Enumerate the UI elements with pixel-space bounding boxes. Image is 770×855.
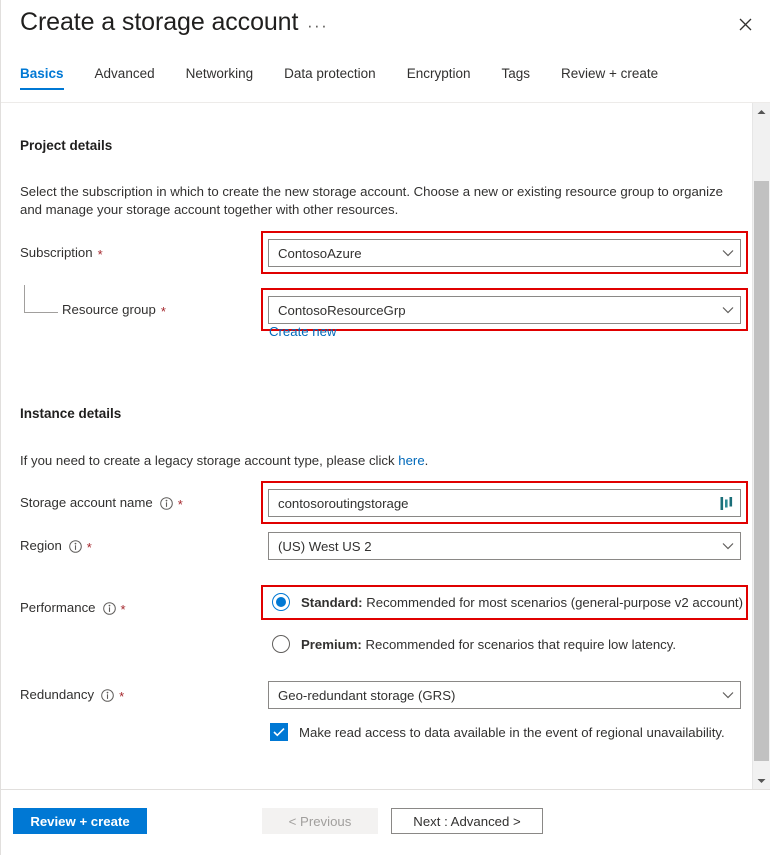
project-details-heading: Project details — [20, 138, 112, 153]
storage-account-name-label-text: Storage account name — [20, 495, 153, 510]
next-advanced-button[interactable]: Next : Advanced > — [391, 808, 543, 834]
chevron-down-icon — [716, 691, 734, 699]
region-dropdown[interactable]: (US) West US 2 — [268, 532, 741, 560]
redundancy-label-text: Redundancy — [20, 687, 94, 702]
storage-account-name-required-marker: * — [178, 498, 183, 511]
performance-premium-bold: Premium: — [301, 637, 362, 652]
resource-group-dropdown[interactable]: ContosoResourceGrp — [268, 296, 741, 324]
instance-details-heading: Instance details — [20, 406, 121, 421]
review-create-button[interactable]: Review + create — [13, 808, 147, 834]
name-availability-icon — [714, 496, 734, 511]
storage-account-name-label: Storage account name * — [20, 495, 183, 510]
resource-group-value: ContosoResourceGrp — [278, 303, 716, 318]
tab-networking[interactable]: Networking — [186, 62, 254, 92]
performance-option-premium[interactable]: Premium: Recommended for scenarios that … — [272, 635, 676, 653]
resource-group-label: Resource group * — [62, 302, 166, 317]
wizard-tabs: Basics Advanced Networking Data protecti… — [1, 62, 770, 102]
region-label-text: Region — [20, 538, 62, 553]
resource-group-label-text: Resource group — [62, 302, 156, 317]
create-storage-account-blade: Create a storage account ··· Basics Adva… — [0, 0, 770, 855]
tab-basics[interactable]: Basics — [20, 62, 64, 92]
info-icon[interactable] — [101, 689, 114, 702]
form-scroll-region: Project details Select the subscription … — [1, 102, 770, 789]
close-icon[interactable] — [730, 10, 760, 38]
scroll-down-arrow-icon[interactable] — [753, 772, 770, 789]
legacy-note-after: . — [425, 453, 429, 468]
more-options-icon[interactable]: ··· — [304, 17, 331, 35]
checkbox-read-access[interactable] — [270, 723, 288, 741]
performance-standard-bold: Standard: — [301, 595, 363, 610]
region-value: (US) West US 2 — [278, 539, 716, 554]
redundancy-value: Geo-redundant storage (GRS) — [278, 688, 716, 703]
legacy-storage-note: If you need to create a legacy storage a… — [20, 452, 428, 470]
scrollbar-thumb[interactable] — [754, 181, 769, 761]
resource-group-tree-connector — [24, 285, 58, 313]
legacy-note-before: If you need to create a legacy storage a… — [20, 453, 398, 468]
read-access-checkbox-row[interactable]: Make read access to data available in th… — [270, 723, 725, 741]
radio-standard[interactable] — [272, 593, 290, 611]
blade-header: Create a storage account ··· — [1, 0, 770, 62]
tab-encryption[interactable]: Encryption — [407, 62, 471, 92]
form-content: Project details Select the subscription … — [1, 103, 753, 789]
resource-group-required-marker: * — [161, 305, 166, 318]
performance-required-marker: * — [121, 603, 126, 616]
info-icon[interactable] — [103, 602, 116, 615]
wizard-footer: Review + create < Previous Next : Advanc… — [1, 789, 770, 855]
previous-button[interactable]: < Previous — [262, 808, 378, 834]
storage-account-name-value: contosoroutingstorage — [278, 496, 714, 511]
region-label: Region * — [20, 538, 92, 553]
scroll-up-arrow-icon[interactable] — [753, 103, 770, 120]
tab-review-create[interactable]: Review + create — [561, 62, 658, 92]
subscription-dropdown[interactable]: ContosoAzure — [268, 239, 741, 267]
storage-account-name-input[interactable]: contosoroutingstorage — [268, 489, 741, 517]
page-title: Create a storage account — [20, 8, 298, 37]
region-required-marker: * — [87, 541, 92, 554]
redundancy-label: Redundancy * — [20, 687, 124, 702]
info-icon[interactable] — [160, 497, 173, 510]
performance-premium-text: Recommended for scenarios that require l… — [362, 637, 676, 652]
subscription-required-marker: * — [98, 248, 103, 261]
subscription-label-text: Subscription — [20, 245, 93, 260]
radio-premium[interactable] — [272, 635, 290, 653]
tab-tags[interactable]: Tags — [501, 62, 530, 92]
project-details-description: Select the subscription in which to crea… — [20, 183, 738, 218]
performance-label-text: Performance — [20, 600, 96, 615]
info-icon[interactable] — [69, 540, 82, 553]
chevron-down-icon — [716, 306, 734, 314]
performance-label: Performance * — [20, 600, 126, 615]
tab-data-protection[interactable]: Data protection — [284, 62, 376, 92]
create-new-resource-group-link[interactable]: Create new — [269, 324, 336, 339]
performance-standard-text: Recommended for most scenarios (general-… — [363, 595, 743, 610]
subscription-value: ContosoAzure — [278, 246, 716, 261]
legacy-storage-here-link[interactable]: here — [398, 453, 424, 468]
chevron-down-icon — [716, 249, 734, 257]
chevron-down-icon — [716, 542, 734, 550]
redundancy-required-marker: * — [119, 690, 124, 703]
performance-option-standard[interactable]: Standard: Recommended for most scenarios… — [272, 593, 743, 611]
vertical-scrollbar[interactable] — [752, 103, 770, 789]
redundancy-dropdown[interactable]: Geo-redundant storage (GRS) — [268, 681, 741, 709]
subscription-label: Subscription * — [20, 245, 103, 260]
tab-advanced[interactable]: Advanced — [95, 62, 155, 92]
read-access-checkbox-label: Make read access to data available in th… — [299, 725, 725, 740]
